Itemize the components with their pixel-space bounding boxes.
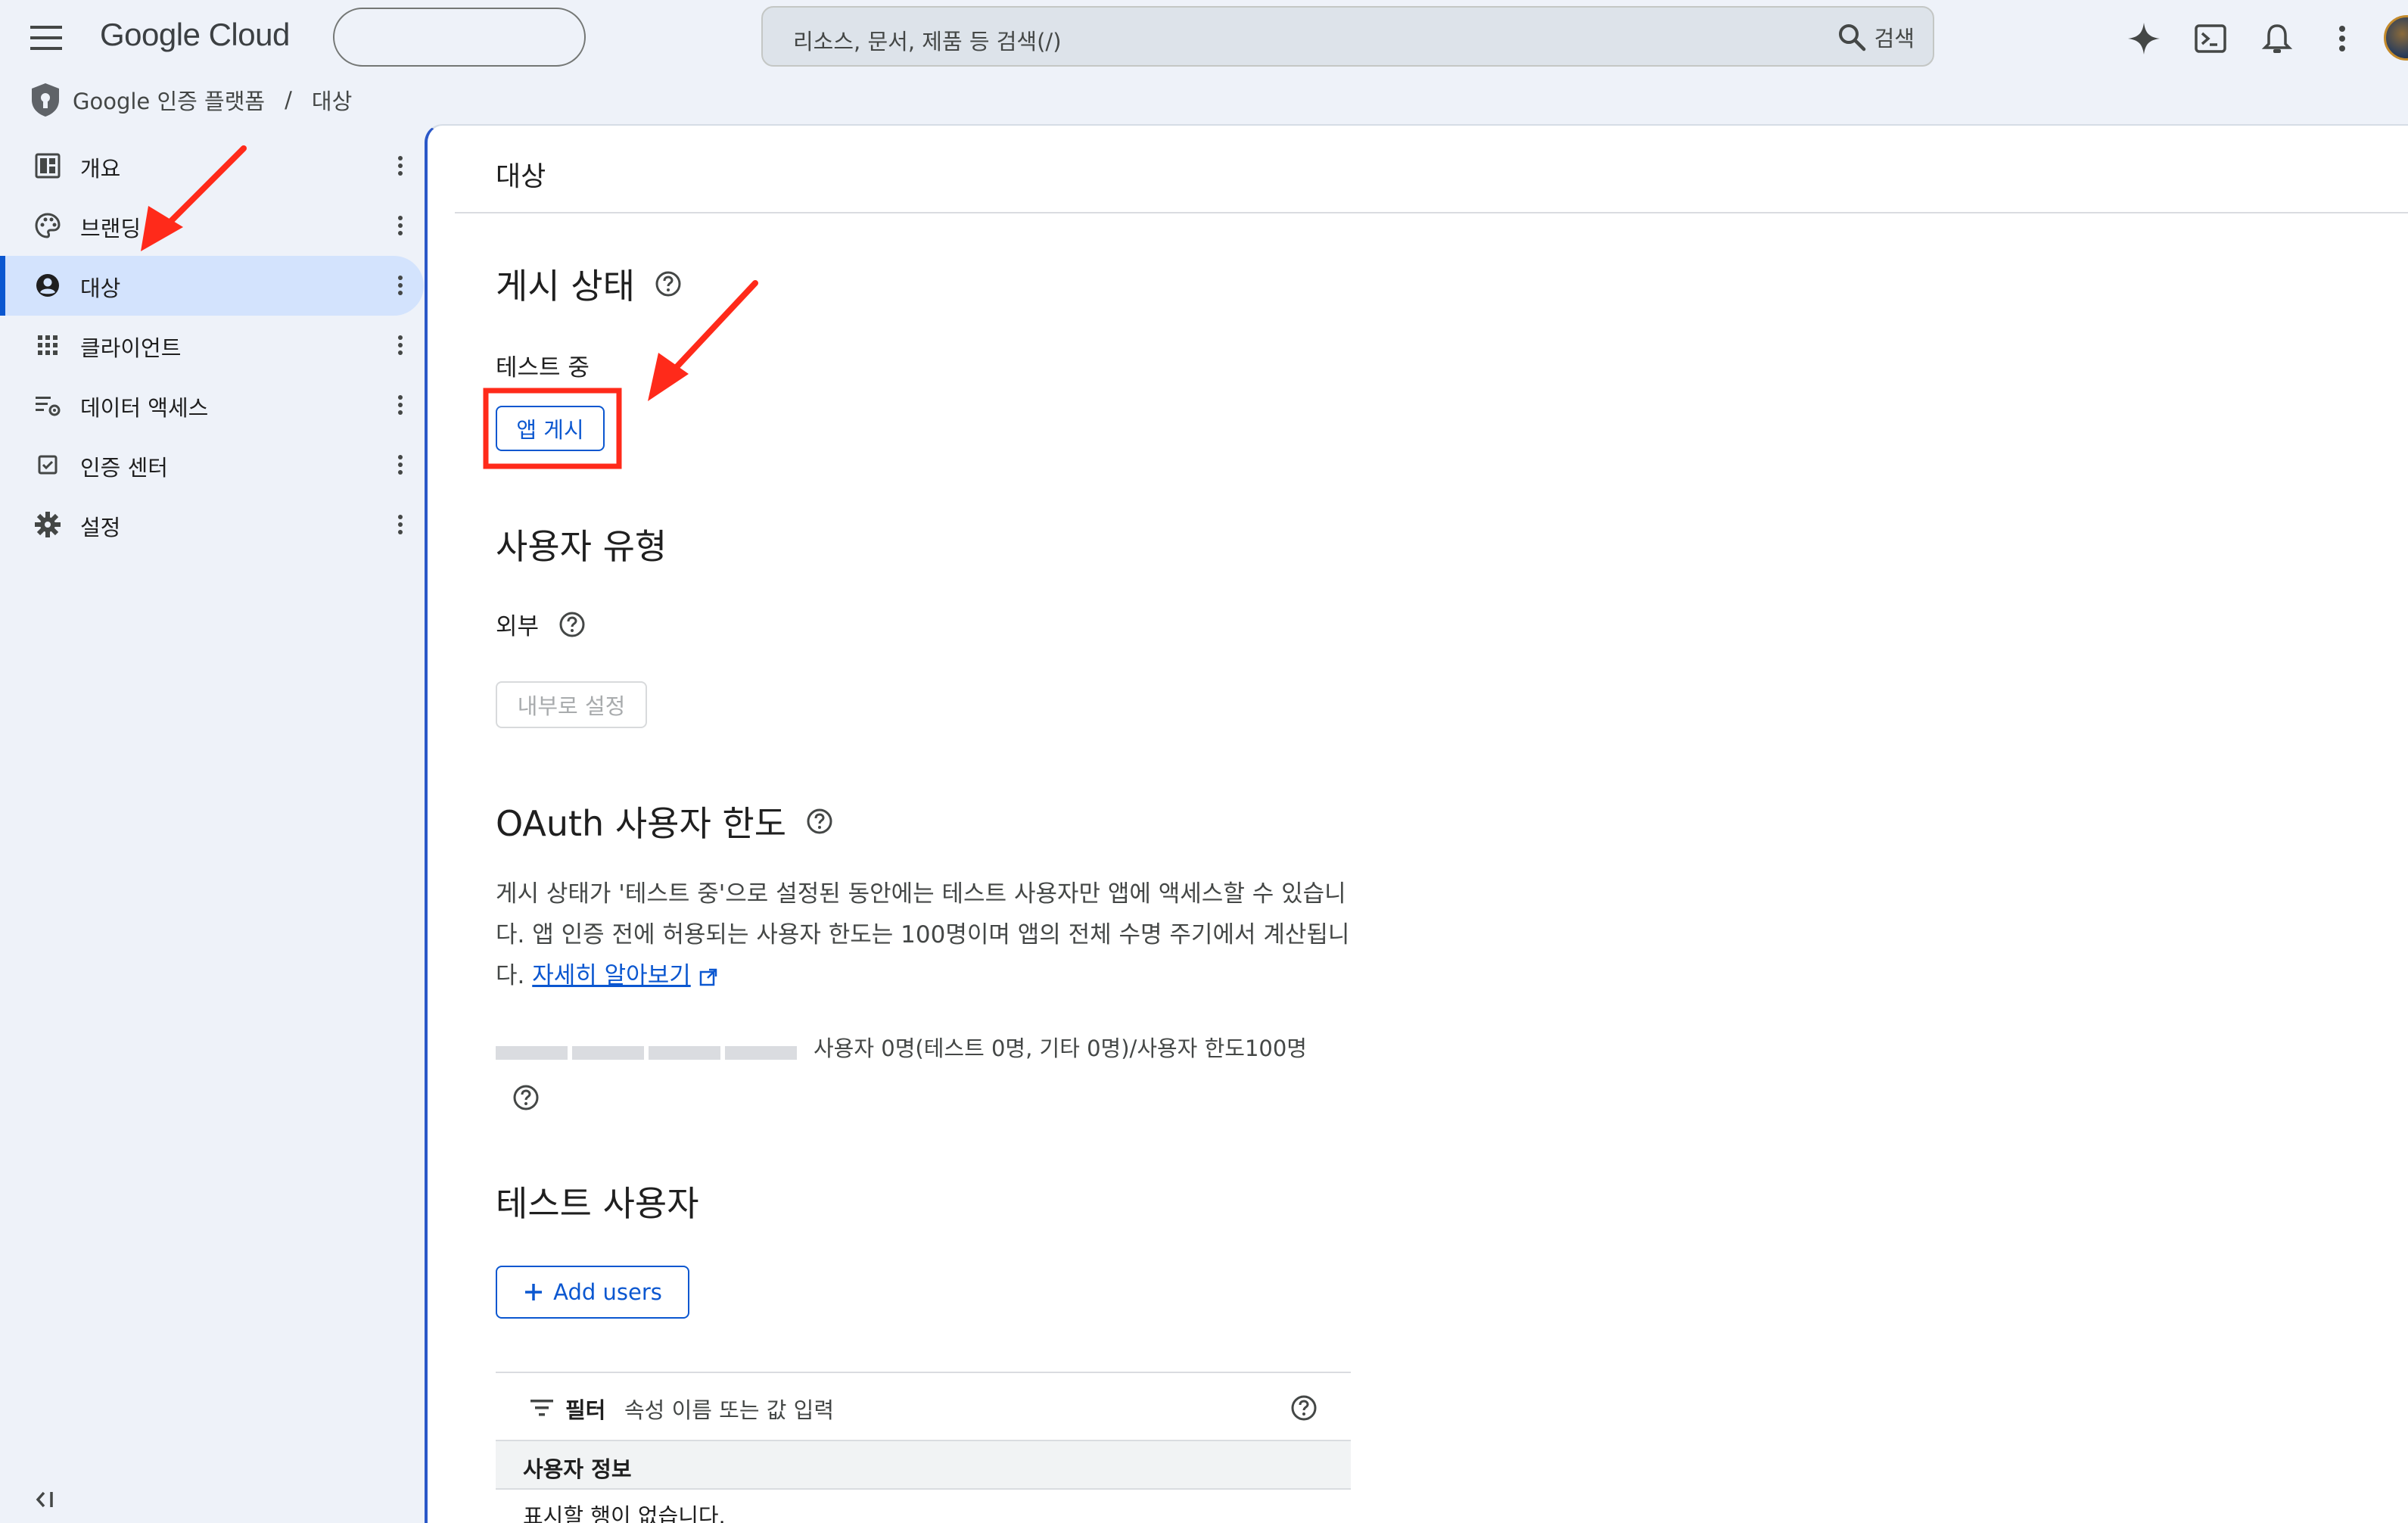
user-quota-progress-bar xyxy=(496,1046,797,1060)
cloud-shell-terminal-icon[interactable] xyxy=(2193,21,2228,56)
table-empty-text: 표시할 행이 없습니다. xyxy=(523,1503,726,1523)
gear-icon xyxy=(33,510,62,539)
more-options-kebab-icon[interactable] xyxy=(2331,21,2354,56)
apps-grid-icon xyxy=(33,331,62,360)
breadcrumb: Google 인증 플랫폼 / 대상 xyxy=(29,80,352,120)
table-empty-row: 표시할 행이 없습니다. xyxy=(496,1490,1351,1523)
dashboard-icon xyxy=(33,151,62,180)
publish-app-button[interactable]: 앱 게시 xyxy=(496,406,605,451)
add-users-button[interactable]: Add users xyxy=(496,1266,689,1319)
search-button[interactable]: 검색 xyxy=(1837,21,1915,53)
sidebar-item-verification-center[interactable]: 인증 센터 xyxy=(0,435,424,495)
breadcrumb-product[interactable]: Google 인증 플랫폼 xyxy=(73,84,265,116)
sidebar-item-overview[interactable]: 개요 xyxy=(0,136,424,196)
add-users-label: Add users xyxy=(553,1279,662,1305)
test-users-section: 테스트 사용자 xyxy=(496,1176,699,1226)
breadcrumb-current: 대상 xyxy=(311,89,353,114)
filter-label: 필터 xyxy=(565,1397,606,1423)
sidebar-item-label: 대상 xyxy=(80,276,121,301)
publish-status-heading: 게시 상태 xyxy=(496,266,635,307)
gemini-sparkle-icon[interactable] xyxy=(2126,21,2161,56)
kebab-icon[interactable] xyxy=(389,450,412,479)
user-quota-text: 사용자 0명(테스트 0명, 기타 0명)/사용자 한도100명 xyxy=(814,1036,1307,1061)
oauth-limit-section: OAuth 사용자 한도 xyxy=(496,796,833,846)
project-picker[interactable] xyxy=(333,8,586,67)
account-avatar[interactable] xyxy=(2384,15,2408,61)
column-header-user-info[interactable]: 사용자 정보 xyxy=(523,1452,632,1484)
verified-checkbox-icon xyxy=(33,450,62,479)
palette-icon xyxy=(33,211,62,240)
sidebar-item-label: 설정 xyxy=(80,515,121,540)
publish-status-value: 테스트 중 xyxy=(496,354,590,382)
help-icon[interactable] xyxy=(806,808,833,835)
help-icon[interactable] xyxy=(558,611,586,638)
sidebar-item-label: 브랜딩 xyxy=(80,216,142,241)
security-shield-icon xyxy=(32,83,59,117)
user-type-value-row: 외부 xyxy=(496,607,586,641)
search-placeholder: 리소스, 문서, 제품 등 검색(/) xyxy=(793,29,1062,55)
help-icon[interactable] xyxy=(1290,1394,1318,1422)
test-users-heading: 테스트 사용자 xyxy=(496,1183,699,1224)
account-circle-icon xyxy=(33,271,62,300)
quota-segment xyxy=(725,1046,797,1060)
oauth-limit-heading: OAuth 사용자 한도 xyxy=(496,803,787,844)
sidebar-nav: 개요 브랜딩 대상 클라이언트 데이터 액세스 인증 센터 설정 xyxy=(0,136,424,555)
kebab-icon[interactable] xyxy=(389,331,412,360)
page-title: 대상 xyxy=(496,161,546,192)
test-users-table: 필터 속성 이름 또는 값 입력 사용자 정보 표시할 행이 없습니다. xyxy=(496,1372,1351,1523)
search-icon xyxy=(1838,24,1865,51)
sidebar-item-audience[interactable]: 대상 xyxy=(0,256,424,316)
sidebar-item-label: 데이터 액세스 xyxy=(80,395,209,421)
user-type-section: 사용자 유형 xyxy=(496,519,667,569)
user-type-heading: 사용자 유형 xyxy=(496,526,667,567)
main-content: 대상 게시 상태 테스트 중 앱 게시 사용자 유형 외부 내부로 설정 OAu… xyxy=(425,124,2408,1523)
learn-more-label: 자세히 알아보기 xyxy=(532,962,691,989)
sidebar-item-clients[interactable]: 클라이언트 xyxy=(0,316,424,375)
sidebar-item-label: 클라이언트 xyxy=(80,335,182,361)
quota-segment xyxy=(496,1046,568,1060)
open-in-new-icon xyxy=(699,968,717,986)
help-icon[interactable] xyxy=(655,270,682,297)
help-icon[interactable] xyxy=(512,1084,540,1111)
main-menu-icon[interactable] xyxy=(29,23,65,53)
kebab-icon[interactable] xyxy=(389,391,412,419)
kebab-icon[interactable] xyxy=(389,211,412,240)
filter-input[interactable]: 속성 이름 또는 값 입력 xyxy=(624,1393,834,1425)
user-type-value: 외부 xyxy=(496,613,540,640)
search-input[interactable]: 리소스, 문서, 제품 등 검색(/) 검색 xyxy=(761,6,1934,67)
search-button-label: 검색 xyxy=(1874,26,1915,51)
title-divider xyxy=(455,212,2408,213)
kebab-icon[interactable] xyxy=(389,271,412,300)
kebab-icon[interactable] xyxy=(389,510,412,539)
sidebar-item-settings[interactable]: 설정 xyxy=(0,495,424,555)
table-header: 사용자 정보 xyxy=(496,1441,1351,1490)
quota-segment xyxy=(572,1046,644,1060)
filter-icon xyxy=(530,1400,553,1416)
data-access-icon xyxy=(33,391,62,419)
notifications-bell-icon[interactable] xyxy=(2260,21,2294,56)
oauth-limit-description: 게시 상태가 '테스트 중'으로 설정된 동안에는 테스트 사용자만 앱에 액세… xyxy=(496,874,1351,996)
kebab-icon[interactable] xyxy=(389,151,412,180)
table-filter-bar[interactable]: 필터 속성 이름 또는 값 입력 xyxy=(496,1372,1351,1441)
sidebar-item-label: 인증 센터 xyxy=(80,455,168,481)
sidebar-item-branding[interactable]: 브랜딩 xyxy=(0,196,424,256)
plus-icon xyxy=(525,1284,543,1300)
breadcrumb-separator: / xyxy=(285,87,292,113)
quota-segment xyxy=(649,1046,720,1060)
sidebar-item-label: 개요 xyxy=(80,156,121,182)
make-internal-button[interactable]: 내부로 설정 xyxy=(496,681,647,728)
learn-more-link[interactable]: 자세히 알아보기 xyxy=(532,962,691,989)
sidebar-item-data-access[interactable]: 데이터 액세스 xyxy=(0,375,424,435)
collapse-sidebar-icon[interactable] xyxy=(33,1488,59,1511)
top-bar: Google Cloud 리소스, 문서, 제품 등 검색(/) 검색 xyxy=(0,0,2408,76)
google-cloud-logo[interactable]: Google Cloud xyxy=(100,17,290,53)
publish-status-section: 게시 상태 xyxy=(496,259,682,309)
